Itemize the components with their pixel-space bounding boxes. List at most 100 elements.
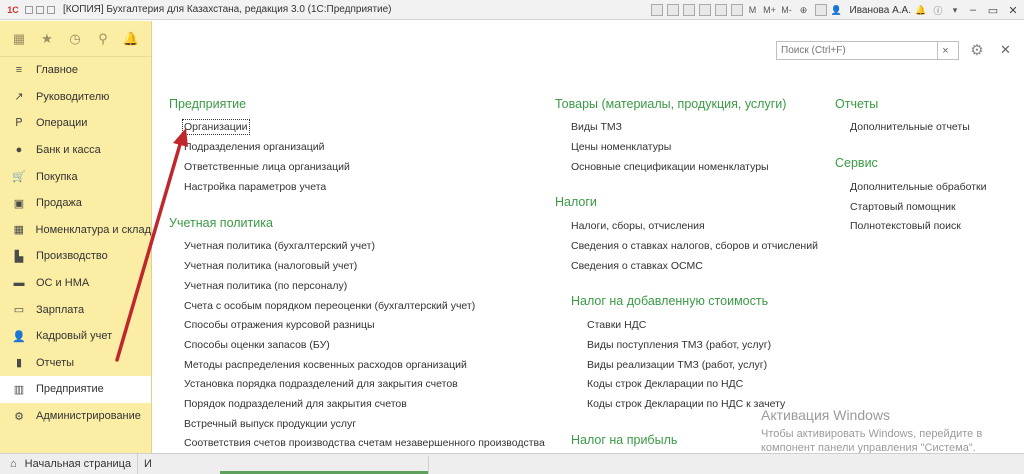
nav-link[interactable]: Виды ТМЗ [571,121,622,133]
nav-link[interactable]: Подразделения организаций [184,141,324,153]
gear-icon: ⚙ [14,410,24,423]
history-icon[interactable]: ◷ [64,28,86,50]
nav-link[interactable]: Соответствия счетов производства счетам … [184,437,545,449]
sidebar-list: ≡ Главное ↗ Руководителю Ꮲ Операции ● Банк и ка… [0,57,151,429]
section-title: Отчеты [835,97,879,111]
sidebar-item-label: Покупка [36,170,78,183]
sidebar-item-gear[interactable]: ⚙ Администрирование [0,403,151,430]
home-tab[interactable]: ⌂ Начальная страница [0,453,138,474]
nav-link[interactable]: Способы отражения курсовой разницы [184,319,375,331]
section-title: Налог на прибыль [571,433,678,447]
nav-link[interactable]: Методы распределения косвенных расходов … [184,359,467,371]
memory-minus-button[interactable]: M- [780,3,794,17]
sidebar-item-label: Отчеты [36,356,75,369]
sidebar-item-enterprise[interactable]: ▥ Предприятие [0,376,151,403]
close-icon[interactable]: ✕ [1000,42,1011,58]
sidebar-item-bank[interactable]: ● Банк и касса [0,137,151,164]
nav-link[interactable]: Основные спецификации номенклатуры [571,161,769,173]
dropdown-icon[interactable]: ▾ [948,3,962,17]
sidebar-item-label: Операции [36,117,88,130]
copy-icon[interactable] [814,4,827,16]
nav-link[interactable]: Учетная политика (по персоналу) [184,280,347,292]
sidebar-item-label: Банк и касса [36,144,101,157]
section-title: Налог на добавленную стоимость [571,294,769,308]
favorites-star-icon[interactable]: ★ [36,28,58,50]
memory-plus-button[interactable]: M+ [763,3,777,17]
sidebar-item-factory[interactable]: ▙ Производство [0,243,151,270]
nav-link[interactable]: Дополнительные отчеты [850,121,970,133]
second-tab[interactable]: И [138,458,152,470]
window-close-icon[interactable]: ✕ [1004,3,1022,17]
save-icon[interactable] [650,4,663,16]
nav-link[interactable]: Полнотекстовый поиск [850,220,961,232]
sidebar-item-label: Администрирование [36,410,141,423]
notifications-icon[interactable]: 🔔 [914,3,928,17]
nav-link[interactable]: Ответственные лица организаций [184,161,350,173]
nav-link[interactable]: Коды строк Декларации по НДС [587,378,743,390]
nav-link[interactable]: Стартовый помощник [850,201,956,213]
preview-icon[interactable] [682,4,695,16]
watermark-title: Активация Windows [761,407,891,423]
nav-link[interactable]: Настройка параметров учета [184,181,326,193]
back-icon[interactable] [36,5,44,14]
nav-link[interactable]: Ставки НДС [587,319,646,331]
nav-link[interactable]: Встречный выпуск продукции услуг [184,418,356,430]
sale-icon: ▣ [13,197,25,210]
section-title: Сервис [835,156,878,170]
nav-link[interactable]: Дополнительные обработки [850,181,986,193]
section-title: Учетная политика [169,216,273,230]
settings-gear-icon[interactable]: ⚙ [967,40,987,60]
sidebar-item-trend[interactable]: ↗ Руководителю [0,84,151,111]
sidebar-item-list[interactable]: ≡ Главное [0,57,151,84]
sidebar-item-person[interactable]: 👤 Кадровый учет [0,323,151,350]
zoom-icon[interactable]: ⊕ [797,3,811,17]
nav-link[interactable]: Учетная политика (бухгалтерский учет) [184,240,375,252]
sidebar-item-operations[interactable]: Ꮲ Операции [0,110,151,137]
apps-grid-icon[interactable]: ▦ [8,28,30,50]
forward-icon[interactable] [47,5,55,14]
nav-link[interactable]: Счета с особым порядком переоценки (бухг… [184,300,475,312]
nav-link[interactable]: Сведения о ставках налогов, сборов и отч… [571,240,818,252]
link-icon[interactable] [698,4,711,16]
person-icon: 👤 [12,330,26,343]
nav-link[interactable]: Виды реализации ТМЗ (работ, услуг) [587,359,767,371]
bell-icon[interactable]: 🔔 [120,28,142,50]
home-icon: ⌂ [10,458,17,470]
nav-link[interactable]: Порядок подразделений для закрытия счето… [184,398,407,410]
nav-link[interactable]: Способы оценки запасов (БУ) [184,339,330,351]
calendar-icon[interactable] [730,4,743,16]
search-box: × [776,41,959,60]
main-content: × ⚙ ✕ Предприятие Организации Подразделени… [153,21,1024,470]
nav-link[interactable]: Учетная политика (налоговый учет) [184,260,357,272]
memory-button[interactable]: M [746,3,760,17]
sidebar-toolbar: ▦ ★ ◷ ⚲ 🔔 [0,21,151,57]
sidebar-item-salary[interactable]: ▭ Зарплата [0,296,151,323]
watermark-line-1: Чтобы активировать Windows, перейдите в [761,428,983,440]
print-icon[interactable] [666,4,679,16]
search-icon[interactable]: ⚲ [92,28,114,50]
sidebar-item-reports[interactable]: ▮ Отчеты [0,350,151,377]
search-clear-icon[interactable]: × [937,42,953,59]
minimize-icon[interactable]: – [964,3,982,17]
user-name[interactable]: Иванова А.А. [850,5,911,16]
calculator-icon[interactable] [714,4,727,16]
nav-link[interactable]: Сведения о ставках ОСМС [571,260,703,272]
nav-link[interactable]: Налоги, сборы, отчисления [571,220,705,232]
sidebar-item-sale[interactable]: ▣ Продажа [0,190,151,217]
salary-icon: ▭ [13,304,25,317]
nav-link[interactable]: Цены номенклатуры [571,141,671,153]
menu-icon[interactable] [25,5,33,14]
nav-link[interactable]: Коды строк Декларации по НДС к зачету [587,398,785,410]
info-icon[interactable]: ⓘ [931,3,945,17]
nav-link[interactable]: Виды поступления ТМЗ (работ, услуг) [587,339,771,351]
sidebar-item-warehouse[interactable]: ▦ Номенклатура и склад [0,217,151,244]
sidebar-item-label: Руководителю [36,90,110,103]
sidebar-item-assets[interactable]: ▬ ОС и НМА [0,270,151,297]
enterprise-icon: ▥ [13,383,25,396]
nav-link[interactable]: Установка порядка подразделений для закр… [184,378,458,390]
nav-link[interactable]: Организации [182,119,250,135]
sidebar-item-cart[interactable]: 🛒 Покупка [0,163,151,190]
search-input[interactable] [777,42,937,59]
maximize-icon[interactable]: ▭ [984,3,1002,17]
section-title: Налоги [555,195,597,209]
